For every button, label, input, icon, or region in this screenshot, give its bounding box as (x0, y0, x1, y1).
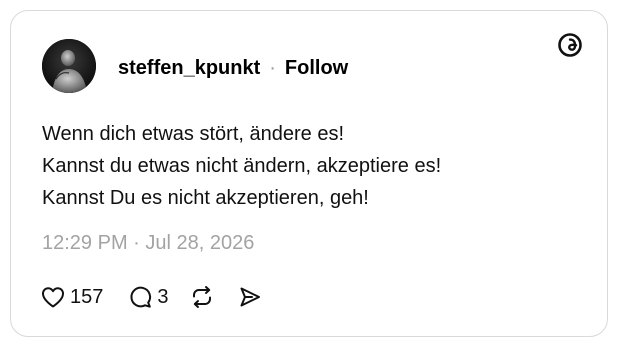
post-card: steffen_kpunkt · Follow Wenn dich etwas … (10, 10, 608, 337)
post-timestamp[interactable]: 12:29 PM · Jul 28, 2026 (42, 232, 254, 255)
username-link[interactable]: steffen_kpunkt (118, 57, 260, 80)
repost-arrows-icon (189, 284, 215, 310)
like-button[interactable]: 157 (40, 284, 103, 310)
post-body: Wenn dich etwas stört, ändere es! Kannst… (42, 118, 582, 214)
speech-bubble-icon (127, 284, 153, 310)
like-count: 157 (70, 285, 104, 308)
repost-button[interactable] (189, 284, 215, 310)
post-text-line: Kannst du etwas nicht ändern, akzeptiere… (42, 155, 442, 177)
reply-button[interactable]: 3 (127, 284, 169, 310)
separator-dot: · (269, 56, 276, 79)
post-text-line: Wenn dich etwas stört, ändere es! (42, 123, 345, 145)
threads-logo-icon[interactable] (556, 31, 584, 59)
reply-count: 3 (157, 285, 169, 308)
avatar-photo (42, 39, 96, 93)
author-row: steffen_kpunkt · Follow (118, 56, 348, 80)
send-icon (237, 284, 263, 310)
share-button[interactable] (237, 284, 263, 310)
avatar[interactable] (42, 39, 96, 93)
follow-button[interactable]: Follow (285, 57, 348, 80)
post-text-line: Kannst Du es nicht akzeptieren, geh! (42, 187, 369, 209)
action-bar: 157 3 (40, 283, 263, 311)
heart-icon (40, 284, 66, 310)
